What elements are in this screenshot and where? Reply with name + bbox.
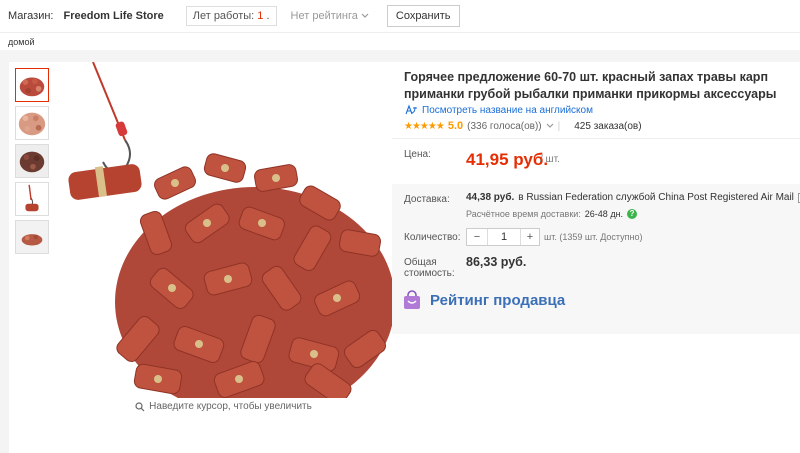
product-info-panel: Горячее предложение 60-70 шт. красный за… [392,62,800,453]
breadcrumb-home[interactable]: домой [8,37,34,47]
shipping-detail: в Russian Federation службой China Post … [518,192,794,203]
quantity-availability: шт. (1359 шт. Доступно) [544,232,643,242]
translate-title-link[interactable]: Посмотреть название на английском [404,104,593,116]
shipping-label: Доставка: [404,194,450,205]
thumbnail-5[interactable] [15,220,49,254]
delivery-estimate: Расчётное время доставки: 26-48 дн. ? [466,209,638,219]
total-label-line2: стоимость: [404,268,455,279]
total-label-line1: Общая [404,257,437,268]
bait-pellets-image [55,62,392,398]
search-icon [135,401,145,411]
main-product-image[interactable] [55,62,392,398]
price-unit: / шт. [540,154,560,165]
translate-link-text: Посмотреть название на английском [422,104,593,116]
rating-label: Нет рейтинга [290,10,358,22]
quantity-input[interactable]: 1 [487,229,521,245]
shipping-cost: 44,38 руб. [466,192,515,203]
store-label: Магазин: [8,10,54,22]
shipping-method-selector[interactable]: 44,38 руб. в Russian Federation службой … [466,192,800,203]
divider: | [557,120,561,132]
star-rating-icon: ★★★★★ [404,120,445,132]
thumbnail-4[interactable] [15,182,49,216]
rating-score: 5.0 [447,120,464,132]
thumbnail-2[interactable] [15,106,49,140]
seller-rating-header: Рейтинг продавца [402,290,565,310]
price-label: Цена: [404,149,431,160]
eta-label: Расчётное время доставки: [466,209,581,219]
store-bar: Магазин: Freedom Life Store Лет работы: … [0,0,800,33]
thumbnail-3[interactable] [15,144,49,178]
zoom-hint: Наведите курсор, чтобы увеличить [55,401,392,412]
rating-line: ★★★★★ 5.0 (336 голоса(ов)) | 425 заказа(… [404,120,642,132]
orders-count: 425 заказа(ов) [574,120,642,132]
years-value: 1 [257,10,264,22]
shopping-bag-icon [404,290,420,309]
increase-quantity-button[interactable]: + [521,229,539,245]
eta-days: 26-48 дн. [584,209,624,219]
quantity-stepper: − 1 + [466,228,540,246]
thumbnail-1[interactable] [15,68,49,102]
store-name-link[interactable]: Freedom Life Store [64,10,164,22]
save-store-button[interactable]: Сохранить [386,5,460,27]
quantity-row: − 1 + шт. (1359 шт. Доступно) [466,228,642,246]
chevron-down-icon [361,13,369,18]
quantity-label: Количество: [404,232,461,243]
years-label: Лет работы: [192,10,255,22]
help-icon[interactable]: ? [627,209,638,219]
price-section: Цена: 41,95 руб. / шт. [392,138,800,184]
thumbnail-strip [15,68,49,258]
product-title: Горячее предложение 60-70 шт. красный за… [404,70,777,101]
translate-icon [405,104,417,115]
total-label: Общая стоимость: [404,257,455,279]
chevron-down-icon[interactable] [546,123,554,129]
product-gallery: Наведите курсор, чтобы увеличить [9,62,392,453]
seller-rating-title: Рейтинг продавца [430,291,566,309]
total-value: 86,33 руб. [466,255,527,269]
decrease-quantity-button[interactable]: − [467,229,487,245]
zoom-hint-text: Наведите курсор, чтобы увеличить [149,401,312,412]
votes-link[interactable]: (336 голоса(ов)) [467,121,542,132]
price-value: 41,95 руб. [466,150,549,169]
store-years-badge: Лет работы: 1 . [185,6,277,26]
shipping-section: Доставка: 44,38 руб. в Russian Federatio… [392,184,800,334]
store-rating-dropdown[interactable]: Нет рейтинга [291,10,369,22]
